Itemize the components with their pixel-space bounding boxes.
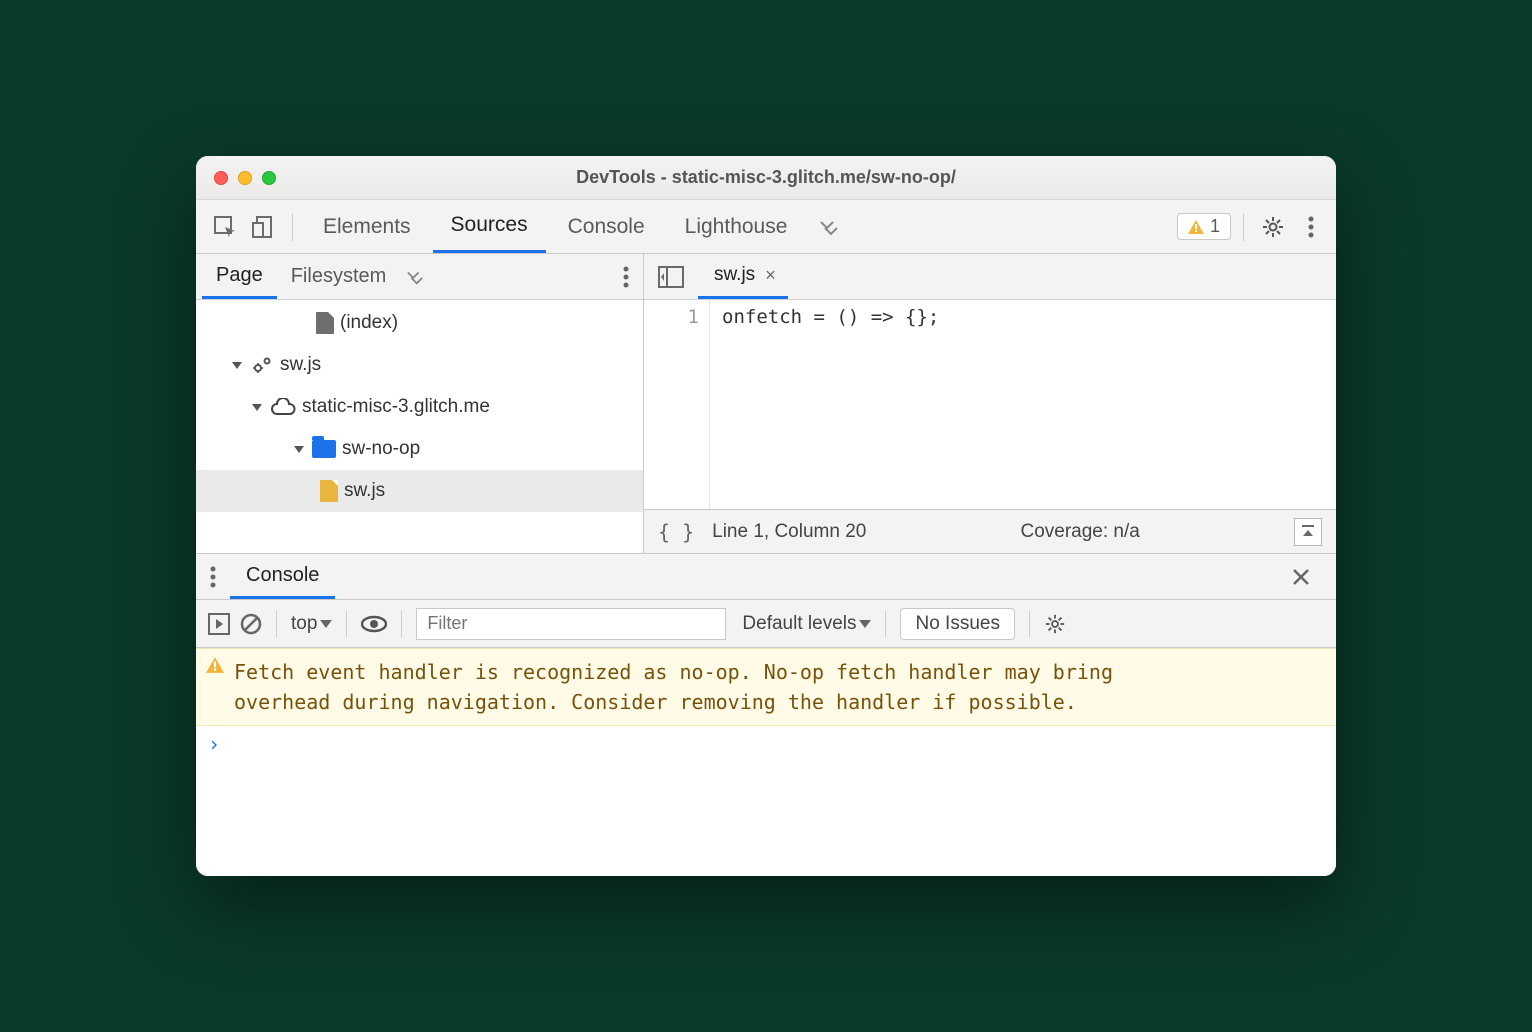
more-tabs-icon[interactable]	[809, 217, 849, 237]
warning-triangle-icon	[1188, 220, 1204, 234]
settings-gear-icon[interactable]	[1256, 210, 1290, 244]
issues-button[interactable]: No Issues	[900, 608, 1014, 640]
tree-label: static-misc-3.glitch.me	[302, 396, 490, 418]
separator	[401, 611, 402, 637]
more-options-icon[interactable]	[1294, 210, 1328, 244]
console-warning-message[interactable]: Fetch event handler is recognized as no-…	[196, 648, 1336, 726]
navigator-pane: Page Filesystem (index)	[196, 254, 644, 553]
close-window-button[interactable]	[214, 171, 228, 185]
separator	[885, 611, 886, 637]
context-selector[interactable]: top	[291, 613, 332, 635]
editor-tab-swjs[interactable]: sw.js ×	[698, 254, 788, 299]
warning-text: Fetch event handler is recognized as no-…	[234, 657, 1154, 717]
tab-elements[interactable]: Elements	[305, 200, 429, 253]
main-tab-strip: Elements Sources Console Lighthouse 1	[196, 200, 1336, 254]
more-navigator-tabs-icon[interactable]	[400, 268, 430, 286]
drawer-tabs: Console	[196, 554, 1336, 600]
toggle-debugger-icon[interactable]	[1294, 518, 1322, 546]
separator	[346, 611, 347, 637]
close-tab-icon[interactable]: ×	[761, 265, 780, 286]
warning-count: 1	[1210, 216, 1220, 237]
code-editor[interactable]: 1 onfetch = () => {};	[644, 300, 1336, 509]
line-number: 1	[644, 306, 699, 328]
js-file-icon	[320, 480, 338, 502]
separator	[1243, 213, 1244, 241]
log-levels-selector[interactable]: Default levels	[742, 613, 871, 635]
titlebar: DevTools - static-misc-3.glitch.me/sw-no…	[196, 156, 1336, 200]
editor-tab-strip: sw.js ×	[644, 254, 1336, 300]
console-prompt[interactable]: ›	[196, 726, 1336, 762]
console-settings-gear-icon[interactable]	[1044, 613, 1066, 635]
separator	[276, 611, 277, 637]
document-icon	[316, 312, 334, 334]
editor-pane: sw.js × 1 onfetch = () => {}; { } Line 1…	[644, 254, 1336, 553]
cursor-position: Line 1, Column 20	[712, 521, 866, 543]
window-controls	[196, 171, 276, 185]
tree-label: sw-no-op	[342, 438, 420, 460]
close-drawer-icon[interactable]	[1292, 568, 1336, 586]
drawer-options-icon[interactable]	[196, 566, 230, 588]
line-gutter: 1	[644, 300, 710, 509]
tab-sources[interactable]: Sources	[433, 200, 546, 253]
window-title: DevTools - static-misc-3.glitch.me/sw-no…	[196, 167, 1336, 188]
console-toolbar: top Default levels No Issues	[196, 600, 1336, 648]
tree-file-index[interactable]: (index)	[196, 302, 643, 344]
editor-statusbar: { } Line 1, Column 20 Coverage: n/a	[644, 509, 1336, 553]
minimize-window-button[interactable]	[238, 171, 252, 185]
live-expression-icon[interactable]	[361, 615, 387, 633]
folder-icon	[312, 440, 336, 458]
sources-content: Page Filesystem (index)	[196, 254, 1336, 554]
tab-console[interactable]: Console	[550, 200, 663, 253]
pretty-print-icon[interactable]: { }	[658, 520, 694, 544]
device-toolbar-icon[interactable]	[246, 210, 280, 244]
tree-folder[interactable]: sw-no-op	[196, 428, 643, 470]
filter-input[interactable]	[416, 608, 726, 640]
cloud-icon	[270, 398, 296, 416]
maximize-window-button[interactable]	[262, 171, 276, 185]
gears-icon	[250, 354, 274, 376]
navigator-tabs: Page Filesystem	[196, 254, 643, 300]
drawer-tab-console[interactable]: Console	[230, 554, 335, 599]
editor-tab-label: sw.js	[714, 264, 755, 286]
console-body: Fetch event handler is recognized as no-…	[196, 648, 1336, 876]
tree-file-swjs[interactable]: sw.js	[196, 470, 643, 512]
tree-label: sw.js	[280, 354, 321, 376]
expand-icon	[252, 404, 262, 411]
coverage-label: Coverage: n/a	[1020, 521, 1139, 543]
devtools-window: DevTools - static-misc-3.glitch.me/sw-no…	[196, 156, 1336, 876]
tab-lighthouse[interactable]: Lighthouse	[667, 200, 806, 253]
navigator-tab-filesystem[interactable]: Filesystem	[277, 254, 401, 299]
inspect-element-icon[interactable]	[208, 210, 242, 244]
drawer: Console top Defa	[196, 554, 1336, 876]
execute-icon[interactable]	[208, 613, 230, 635]
issues-warning-badge[interactable]: 1	[1177, 213, 1231, 240]
tree-domain[interactable]: static-misc-3.glitch.me	[196, 386, 643, 428]
chevron-down-icon	[859, 620, 871, 628]
chevron-down-icon	[320, 620, 332, 628]
clear-console-icon[interactable]	[240, 613, 262, 635]
code-content[interactable]: onfetch = () => {};	[710, 300, 1336, 509]
prompt-chevron-icon: ›	[208, 732, 220, 756]
tree-label: (index)	[340, 312, 398, 334]
expand-icon	[232, 362, 242, 369]
navigator-tab-page[interactable]: Page	[202, 254, 277, 299]
warning-triangle-icon	[206, 657, 224, 717]
navigator-toggle-icon[interactable]	[656, 262, 686, 292]
tree-label: sw.js	[344, 480, 385, 502]
expand-icon	[294, 446, 304, 453]
separator	[1029, 611, 1030, 637]
navigator-options-icon[interactable]	[609, 266, 643, 288]
tree-sw-root[interactable]: sw.js	[196, 344, 643, 386]
separator	[292, 213, 293, 241]
file-tree: (index) sw.js static-misc-3.glitch.me	[196, 300, 643, 553]
